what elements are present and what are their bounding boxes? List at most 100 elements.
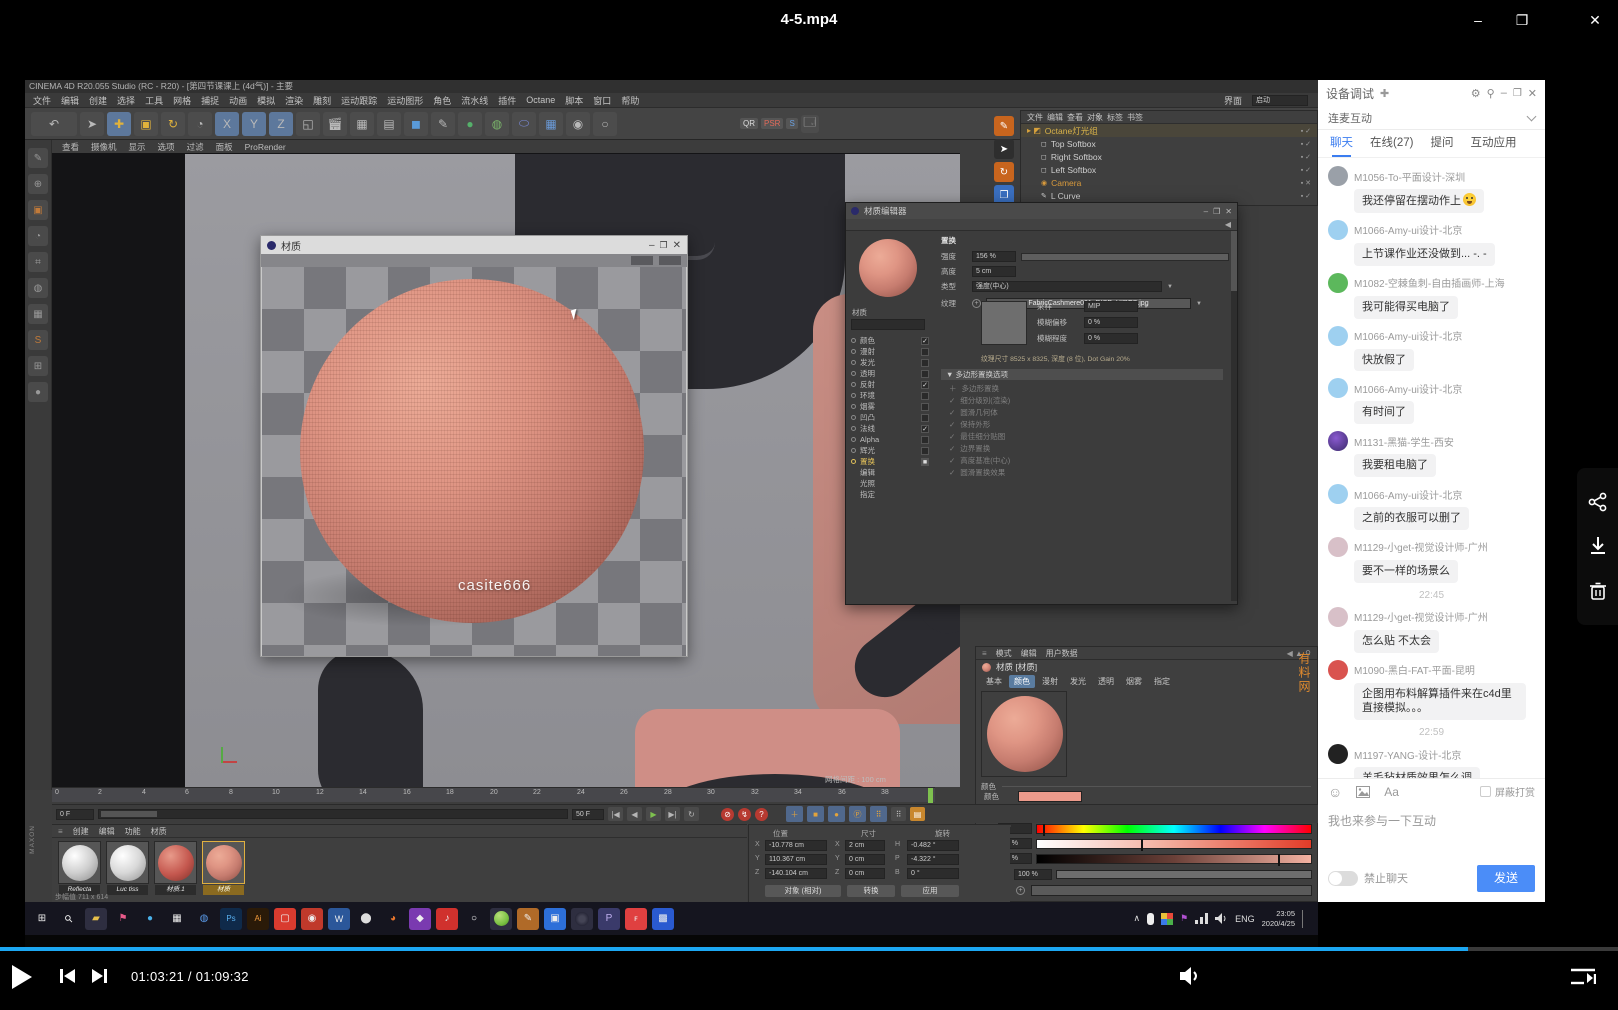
scale-tool-icon[interactable]: ▣ bbox=[134, 112, 158, 136]
mic-icon[interactable] bbox=[1147, 913, 1154, 925]
scrollbar[interactable] bbox=[1231, 231, 1237, 601]
pos-y-field[interactable]: 110.367 cm bbox=[765, 854, 827, 865]
timeline-marker[interactable] bbox=[928, 788, 933, 803]
channel-row[interactable]: 光照 bbox=[851, 478, 929, 489]
polygons-icon[interactable]: ▦ bbox=[28, 304, 48, 324]
block-tips-checkbox[interactable] bbox=[1480, 786, 1491, 797]
channel-row[interactable]: 辉光 bbox=[851, 445, 929, 456]
image-icon[interactable] bbox=[1356, 786, 1370, 798]
frame-start-field[interactable]: 0 F bbox=[56, 809, 94, 820]
size-z-field[interactable]: 0 cm bbox=[845, 868, 885, 879]
material-search-box[interactable] bbox=[851, 319, 925, 330]
taskbar-app-icon[interactable]: ⬤ bbox=[355, 908, 377, 930]
z-axis-button[interactable]: Z bbox=[269, 112, 293, 136]
avatar[interactable] bbox=[1328, 166, 1348, 186]
value-slider[interactable] bbox=[1036, 854, 1312, 864]
octane-taskbar-icon[interactable] bbox=[571, 908, 593, 930]
attr-menu-item[interactable]: 模式 bbox=[996, 648, 1012, 659]
channel-row[interactable]: 法线✓ bbox=[851, 423, 929, 434]
spline-pen-icon[interactable]: ✎ bbox=[431, 112, 455, 136]
rot-p-field[interactable]: -4.322 ° bbox=[907, 854, 959, 865]
lock-icon[interactable]: ● bbox=[28, 382, 48, 402]
subdiv-section-header[interactable]: ▼ 多边形置换选项 bbox=[941, 369, 1223, 380]
avatar[interactable] bbox=[1328, 484, 1348, 504]
channel-row[interactable]: 编辑 bbox=[851, 467, 929, 478]
illustrator-icon[interactable]: Ai bbox=[247, 908, 269, 930]
avatar[interactable] bbox=[1328, 378, 1348, 398]
taskbar-app-icon[interactable]: ▢ bbox=[274, 908, 296, 930]
subdiv-option[interactable]: ✓细分级别(渲染) bbox=[949, 395, 1223, 407]
volume-tray-icon[interactable] bbox=[1215, 913, 1228, 924]
keyframe-pla-toggle[interactable]: ⠿ bbox=[870, 806, 887, 822]
attr-tab[interactable]: 指定 bbox=[1149, 675, 1175, 688]
taskbar-app-icon[interactable]: ▩ bbox=[652, 908, 674, 930]
points-icon[interactable]: ⌗ bbox=[28, 252, 48, 272]
channel-row[interactable]: 颜色✓ bbox=[851, 335, 929, 346]
material-swatch[interactable]: Reflecta bbox=[58, 841, 101, 884]
tab-chat[interactable]: 聊天 bbox=[1330, 134, 1353, 157]
message-list[interactable]: M1056-To-平面设计-深圳 我还停留在摆动作上 M1066-Amy-ui设… bbox=[1318, 158, 1545, 778]
camera-icon[interactable]: ◉ bbox=[566, 112, 590, 136]
object-row[interactable]: ◻Right Softbox ▪ ✓ bbox=[1021, 150, 1317, 163]
spheres-icon[interactable]: ⊕ bbox=[28, 174, 48, 194]
keyframe-position-toggle[interactable]: ＋ bbox=[786, 806, 803, 822]
render-settings-icon[interactable]: ▦ bbox=[350, 112, 374, 136]
field-icon[interactable]: ⬭ bbox=[512, 112, 536, 136]
material-swatch[interactable]: Luc tiss bbox=[106, 841, 149, 884]
channel-row[interactable]: 烟雾 bbox=[851, 401, 929, 412]
channel-row[interactable]: Alpha bbox=[851, 434, 929, 445]
close-icon[interactable]: ✕ bbox=[1225, 207, 1232, 216]
gear-icon[interactable]: ⚙ bbox=[1471, 87, 1481, 100]
channel-row[interactable]: 反射✓ bbox=[851, 379, 929, 390]
frame-end-field[interactable]: 50 F bbox=[572, 809, 604, 820]
mat-menu-item[interactable]: 编辑 bbox=[99, 826, 115, 837]
type-dropdown[interactable]: 强度(中心) bbox=[972, 281, 1162, 292]
record-rotation-icon[interactable]: ? bbox=[755, 808, 768, 821]
vp-menu-item[interactable]: ProRender bbox=[245, 142, 286, 152]
subdiv-option[interactable]: ✓边界置换 bbox=[949, 443, 1223, 455]
rot-b-field[interactable]: 0 ° bbox=[907, 868, 959, 879]
download-icon[interactable] bbox=[1588, 536, 1608, 556]
vp-menu-item[interactable]: 过滤 bbox=[187, 141, 204, 153]
menu-item[interactable]: 捕捉 bbox=[201, 94, 219, 107]
close-icon[interactable]: ✕ bbox=[673, 240, 681, 251]
avatar[interactable] bbox=[1328, 431, 1348, 451]
menu-item[interactable]: 角色 bbox=[433, 94, 451, 107]
menu-item[interactable]: 选择 bbox=[117, 94, 135, 107]
saturation-slider[interactable] bbox=[1036, 839, 1312, 849]
subdiv-option[interactable]: ✓圆滑几何体 bbox=[949, 407, 1223, 419]
y-axis-button[interactable]: Y bbox=[242, 112, 266, 136]
attr-tab[interactable]: 发光 bbox=[1065, 675, 1091, 688]
light-icon[interactable]: ○ bbox=[593, 112, 617, 136]
s-badge[interactable]: S bbox=[786, 118, 797, 129]
font-icon[interactable]: Aa bbox=[1384, 785, 1399, 799]
playlist-icon[interactable] bbox=[1570, 967, 1596, 987]
maximize-icon[interactable]: ❐ bbox=[660, 240, 668, 251]
render-queue-icon[interactable]: ▤ bbox=[377, 112, 401, 136]
mat-menu-item[interactable]: 材质 bbox=[151, 826, 167, 837]
array-icon[interactable]: ▣ bbox=[28, 200, 48, 220]
attr-texture-bar[interactable] bbox=[1031, 885, 1312, 896]
minimize-icon[interactable]: – bbox=[1501, 87, 1507, 99]
material-swatch[interactable]: 材质.1 bbox=[154, 841, 197, 884]
texture-mode-icon[interactable]: S bbox=[28, 330, 48, 350]
material-swatch-selected[interactable]: 材质 bbox=[202, 841, 245, 884]
clock[interactable]: 23:052020/4/25 bbox=[1262, 909, 1295, 928]
record-position-icon[interactable]: ⊘ bbox=[721, 808, 734, 821]
subdiv-option[interactable]: ✓保持外形 bbox=[949, 419, 1223, 431]
menu-item[interactable]: 帮助 bbox=[621, 94, 639, 107]
menu-item[interactable]: 雕刻 bbox=[313, 94, 331, 107]
texture-thumbnail[interactable] bbox=[981, 301, 1027, 345]
chat-input[interactable]: 我也来参与一下互动 bbox=[1318, 804, 1545, 862]
tray-app-icon[interactable]: ⚑ bbox=[1180, 913, 1188, 924]
object-row[interactable]: ▸ ◩Octane灯光组 ▪ ✓ bbox=[1021, 124, 1317, 137]
prev-video-button[interactable] bbox=[60, 969, 75, 983]
move-tool-icon[interactable]: ✚ bbox=[107, 112, 131, 136]
avatar[interactable] bbox=[1328, 537, 1348, 557]
material-preview-canvas[interactable]: casite666 bbox=[262, 267, 686, 656]
avatar[interactable] bbox=[1328, 660, 1348, 680]
keyframe-parameter-toggle[interactable]: Ⓟ bbox=[849, 806, 866, 822]
deformer-icon[interactable]: ◍ bbox=[485, 112, 509, 136]
render-view-icon[interactable]: 🎬︎ bbox=[323, 112, 347, 136]
subdiv-option[interactable]: ✓高度基准(中心) bbox=[949, 455, 1223, 467]
